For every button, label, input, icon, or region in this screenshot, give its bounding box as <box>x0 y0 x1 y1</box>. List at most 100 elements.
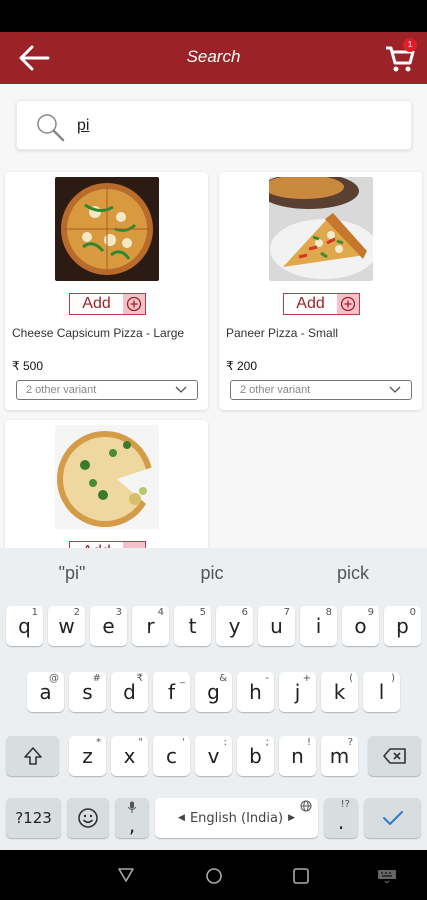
key-j[interactable]: j + <box>279 672 316 712</box>
product-card[interactable]: Add <box>5 420 208 548</box>
period-key[interactable]: !? . <box>324 798 358 838</box>
back-triangle-icon[interactable] <box>117 866 135 884</box>
key-label: w <box>58 614 75 638</box>
key-hint: ( <box>349 673 353 684</box>
key-hint: ₹ <box>136 673 143 684</box>
keyboard: "pi" pic pick q1 w2 e3 r4 t5 y6 u7 i8 o9… <box>0 548 427 850</box>
product-image <box>55 425 159 529</box>
product-price: ₹ 500 <box>12 359 43 373</box>
shift-key[interactable] <box>6 736 59 776</box>
key-p[interactable]: p0 <box>384 606 421 646</box>
key-label: z <box>82 744 93 768</box>
key-c[interactable]: c ' <box>153 736 190 776</box>
space-key[interactable]: ◀ English (India) ▶ <box>155 798 318 838</box>
key-hint: 3 <box>115 607 122 618</box>
left-arrow-icon: ◀ <box>178 813 185 823</box>
product-card[interactable]: Add Cheese Capsicum Pizza - Large ₹ 500 … <box>5 172 208 410</box>
key-m[interactable]: m? <box>321 736 358 776</box>
page-title: Search <box>186 47 241 66</box>
key-hint: 2 <box>73 607 80 618</box>
enter-key[interactable] <box>364 798 421 838</box>
product-name: Cheese Capsicum Pizza - Large <box>12 326 185 340</box>
key-label: i <box>315 614 322 638</box>
key-label: u <box>270 614 283 638</box>
key-t[interactable]: t5 <box>174 606 211 646</box>
symbols-key[interactable]: ?123 <box>6 798 61 838</box>
key-r[interactable]: r4 <box>132 606 169 646</box>
home-circle-icon[interactable] <box>205 867 223 885</box>
key-label: p <box>396 614 409 638</box>
key-hint: 8 <box>325 607 332 618</box>
product-card[interactable]: Add Paneer Pizza - Small ₹ 200 2 other v… <box>219 172 422 410</box>
key-a[interactable]: a @ <box>27 672 64 712</box>
variant-label: 2 other variant <box>26 384 97 396</box>
key-i[interactable]: i8 <box>300 606 337 646</box>
key-label: f <box>167 680 176 704</box>
search-icon <box>37 114 65 142</box>
key-label: q <box>18 614 31 638</box>
key-d[interactable]: d ₹ <box>111 672 148 712</box>
key-hint: 7 <box>283 607 290 618</box>
search-bar[interactable] <box>16 100 412 150</box>
key-hint: + <box>302 673 311 684</box>
key-g[interactable]: g & <box>195 672 232 712</box>
key-u[interactable]: u7 <box>258 606 295 646</box>
key-hint: ! <box>306 737 311 748</box>
key-hint: 0 <box>409 607 416 618</box>
key-v[interactable]: v: <box>195 736 232 776</box>
key-k[interactable]: k( <box>321 672 358 712</box>
add-button[interactable]: Add <box>283 293 360 315</box>
microphone-icon <box>127 801 137 813</box>
key-hint: : <box>223 737 227 748</box>
key-label: l <box>378 680 385 704</box>
add-button[interactable]: Add <box>69 293 146 315</box>
key-hint: ? <box>347 737 353 748</box>
search-input[interactable] <box>77 113 377 139</box>
key-label: g <box>207 680 220 704</box>
key-label: y <box>228 614 241 638</box>
checkmark-icon <box>382 811 403 825</box>
key-e[interactable]: e3 <box>90 606 127 646</box>
key-q[interactable]: q1 <box>6 606 43 646</box>
key-label: s <box>82 680 93 704</box>
product-name: Paneer Pizza - Small <box>226 326 339 340</box>
variant-dropdown[interactable]: 2 other variant <box>230 380 412 400</box>
emoji-icon <box>78 808 98 828</box>
key-hint: & <box>219 673 227 684</box>
key-y[interactable]: y6 <box>216 606 253 646</box>
suggestion-item[interactable]: "pi" <box>12 563 132 584</box>
comma-key-label: , <box>128 813 136 837</box>
key-label: m <box>329 744 350 768</box>
suggestion-strip: "pi" pic pick <box>0 548 427 598</box>
key-hint: * <box>96 737 101 748</box>
key-hint: 9 <box>367 607 374 618</box>
globe-icon <box>300 800 312 812</box>
keyboard-switch-icon[interactable] <box>377 869 397 883</box>
backspace-key[interactable] <box>368 736 421 776</box>
key-w[interactable]: w2 <box>48 606 85 646</box>
key-x[interactable]: x " <box>111 736 148 776</box>
key-l[interactable]: l) <box>363 672 400 712</box>
key-label: h <box>249 680 262 704</box>
backspace-icon <box>382 748 406 764</box>
key-b[interactable]: b; <box>237 736 274 776</box>
comma-key[interactable]: , <box>115 798 149 838</box>
add-button[interactable]: Add <box>69 541 146 548</box>
key-f[interactable]: f _ <box>153 672 190 712</box>
key-z[interactable]: z * <box>69 736 106 776</box>
suggestion-item[interactable]: pic <box>152 563 272 584</box>
suggestion-item[interactable]: pick <box>293 563 413 584</box>
chevron-down-icon <box>175 386 187 393</box>
key-label: r <box>146 614 155 638</box>
right-arrow-icon: ▶ <box>288 813 295 823</box>
key-h[interactable]: h- <box>237 672 274 712</box>
key-s[interactable]: s # <box>69 672 106 712</box>
key-hint: _ <box>180 673 185 684</box>
variant-dropdown[interactable]: 2 other variant <box>16 380 198 400</box>
emoji-key[interactable] <box>67 798 109 838</box>
key-hint: 4 <box>157 607 164 618</box>
recents-square-icon[interactable] <box>292 867 310 885</box>
key-label: v <box>207 744 220 768</box>
key-n[interactable]: n! <box>279 736 316 776</box>
key-o[interactable]: o9 <box>342 606 379 646</box>
